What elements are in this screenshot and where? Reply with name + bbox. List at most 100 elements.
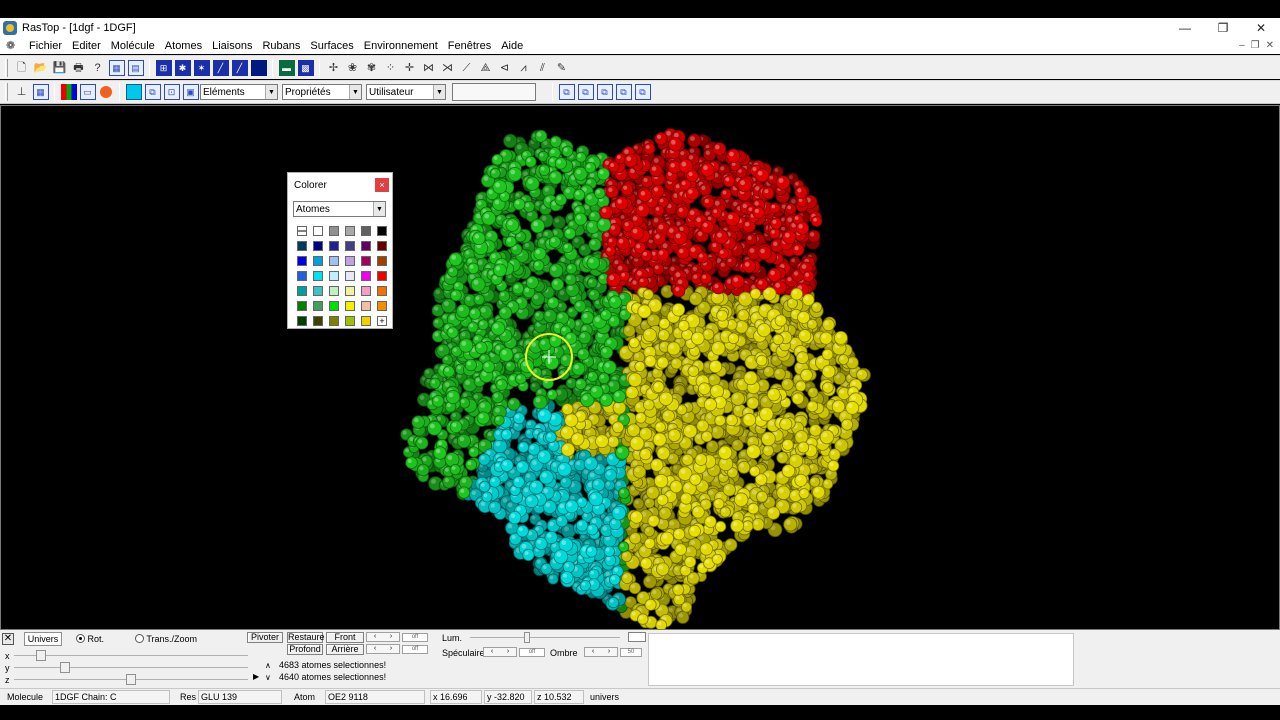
- atom-highlight: [669, 455, 674, 460]
- layout-window-4-icon[interactable]: ⧉: [615, 84, 632, 100]
- doc-minimize-icon[interactable]: –: [1239, 40, 1245, 51]
- rastop-app-icon[interactable]: [3, 20, 17, 35]
- axes-icon[interactable]: ⊥: [14, 84, 30, 100]
- elements-combo[interactable]: Eléments ▼: [200, 84, 278, 100]
- selection-expression-input[interactable]: [452, 83, 536, 101]
- select-all-icon[interactable]: [125, 84, 142, 100]
- display-backbone-icon[interactable]: ✱: [174, 59, 191, 76]
- layout-window-5-icon[interactable]: ⧉: [634, 84, 651, 100]
- atom-highlight: [665, 585, 669, 589]
- invert-selection-icon[interactable]: ▣: [182, 84, 199, 100]
- atom-sphere: [441, 298, 457, 314]
- center-icon[interactable]: ✢: [326, 60, 342, 76]
- menu-aide[interactable]: Aide: [496, 40, 528, 52]
- pick-atom-icon[interactable]: ❀: [345, 60, 361, 76]
- background-color-icon[interactable]: ▭: [79, 84, 96, 100]
- atom-highlight: [508, 502, 513, 508]
- torsion-icon[interactable]: ⋊: [440, 60, 456, 76]
- atom-sphere: [632, 497, 645, 510]
- atom-highlight: [497, 216, 502, 220]
- atom-highlight: [688, 385, 693, 390]
- menu-liaisons[interactable]: Liaisons: [207, 40, 257, 52]
- help-icon[interactable]: ?: [90, 60, 106, 76]
- atom-highlight: [605, 517, 610, 522]
- layout-window-2-icon[interactable]: ⧉: [577, 84, 594, 100]
- display-ribbons-icon[interactable]: ╱: [231, 59, 248, 76]
- molecule-spacefill-render[interactable]: [1, 106, 1279, 629]
- color-palette-icon[interactable]: [60, 84, 77, 100]
- selection-grid-icon[interactable]: ▦: [32, 84, 49, 100]
- atom-highlight: [678, 613, 684, 618]
- atom-highlight: [645, 528, 650, 532]
- menu-atomes[interactable]: Atomes: [160, 40, 207, 52]
- atom-highlight: [616, 481, 621, 487]
- pick-bond-icon[interactable]: ⊲: [497, 60, 513, 76]
- atom-highlight: [690, 540, 695, 545]
- rotate-bond-icon[interactable]: ⩘: [516, 60, 532, 76]
- atom-highlight: [405, 448, 409, 453]
- atom-highlight: [608, 181, 613, 186]
- menu-rubans[interactable]: Rubans: [257, 40, 305, 52]
- pick-group-icon[interactable]: ✾: [364, 60, 380, 76]
- menu-surfaces[interactable]: Surfaces: [305, 40, 358, 52]
- atom-highlight: [635, 500, 639, 504]
- atom-highlight: [634, 145, 638, 150]
- monitor-icon[interactable]: ⟁: [478, 60, 494, 76]
- label-icon[interactable]: ⟋: [459, 60, 475, 76]
- doc-restore-icon[interactable]: ❐: [1251, 40, 1260, 51]
- distance-icon[interactable]: ✛: [402, 60, 418, 76]
- atom-highlight: [690, 136, 695, 141]
- magic-wand-icon[interactable]: ✎: [554, 60, 570, 76]
- atom-highlight: [487, 432, 492, 437]
- pick-chain-tool-icon[interactable]: ⫽: [535, 60, 551, 76]
- molecule-surface-icon[interactable]: ▩: [297, 59, 314, 76]
- atom-highlight: [492, 385, 496, 389]
- atom-highlight: [762, 397, 768, 403]
- toolbar2-grip[interactable]: [5, 83, 8, 101]
- menu-fenetres[interactable]: Fenêtres: [443, 40, 496, 52]
- molecule-viewport[interactable]: [0, 105, 1280, 630]
- define-set-icon[interactable]: ⊡: [163, 84, 180, 100]
- save-icon[interactable]: 💾: [52, 60, 68, 76]
- color-scheme-icon[interactable]: ▬: [278, 59, 295, 76]
- display-ballstick-icon[interactable]: ╱: [212, 59, 229, 76]
- document-system-menu-icon[interactable]: ❁: [6, 40, 18, 52]
- restrict-icon[interactable]: ⧉: [144, 84, 161, 100]
- layout-window-1-icon[interactable]: ⧉: [558, 84, 575, 100]
- atom-sphere: [731, 438, 744, 452]
- atom-highlight: [502, 498, 508, 503]
- layout-window-3-icon[interactable]: ⧉: [596, 84, 613, 100]
- properties-combo[interactable]: Propriétés ▼: [282, 84, 362, 100]
- atom-highlight: [539, 239, 545, 244]
- atom-highlight: [765, 368, 770, 373]
- toolbar-grip[interactable]: [5, 58, 8, 77]
- display-wireframe-icon[interactable]: ⊞: [155, 59, 172, 76]
- doc-close-icon[interactable]: ✕: [1266, 40, 1274, 51]
- print-icon[interactable]: 🖶: [71, 60, 87, 76]
- atom-highlight: [620, 215, 625, 219]
- minimize-button[interactable]: —: [1166, 18, 1204, 37]
- atom-highlight: [663, 287, 668, 292]
- user-combo[interactable]: Utilisateur ▼: [366, 84, 446, 100]
- atom-highlight: [781, 217, 785, 222]
- window-view-icon[interactable]: ▤: [127, 59, 144, 76]
- display-spacefill-icon[interactable]: [250, 59, 267, 76]
- atom-highlight: [671, 258, 676, 262]
- angle-icon[interactable]: ⋈: [421, 60, 437, 76]
- open-folder-icon[interactable]: 📂: [33, 60, 49, 76]
- atom-sphere: [763, 366, 775, 378]
- close-button[interactable]: ✕: [1242, 18, 1280, 37]
- menu-fichier[interactable]: Fichier: [24, 40, 67, 52]
- pick-chain-icon[interactable]: ⁘: [383, 60, 399, 76]
- atom-highlight: [751, 489, 757, 495]
- sphere-color-icon[interactable]: [100, 86, 112, 98]
- grid-view-icon[interactable]: ▦: [108, 59, 125, 76]
- atom-highlight: [631, 584, 636, 589]
- new-file-icon[interactable]: 🗋: [14, 60, 30, 76]
- display-sticks-icon[interactable]: ✶: [193, 59, 210, 76]
- maximize-button[interactable]: ❐: [1204, 18, 1242, 37]
- menu-molecule[interactable]: Molécule: [106, 40, 160, 52]
- menu-editer[interactable]: Editer: [67, 40, 106, 52]
- menu-environnement[interactable]: Environnement: [359, 40, 443, 52]
- atom-highlight: [676, 221, 681, 226]
